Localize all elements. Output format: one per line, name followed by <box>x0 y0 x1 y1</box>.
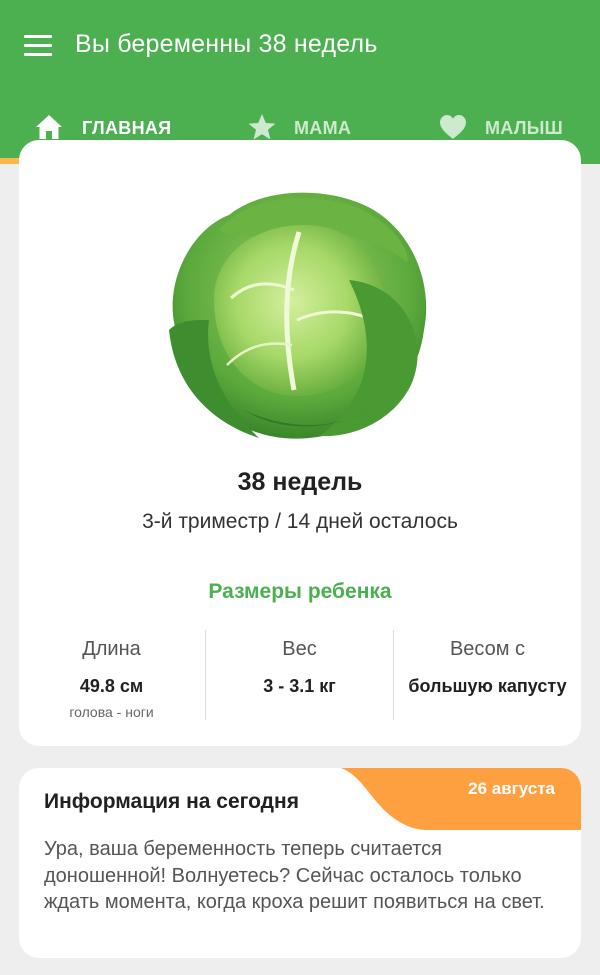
tab-mama-label: МАМА <box>294 118 352 138</box>
week-title: 38 недель <box>237 468 363 496</box>
stat-divider <box>205 630 206 720</box>
stat-compare-label: Весом с <box>449 638 526 660</box>
star-icon <box>248 114 276 140</box>
daily-info-card[interactable]: 26 августа Информация на сегодня Ура, ва… <box>19 768 581 958</box>
tab-baby-label: МАЛЫШ <box>485 118 564 138</box>
tab-home-label: ГЛАВНАЯ <box>82 118 172 138</box>
stat-length-label: Длина <box>82 638 141 660</box>
stat-compare: Весом с большую капусту <box>395 630 580 725</box>
page-title: Вы беременны 38 недель <box>75 30 378 58</box>
baby-sizes-heading: Размеры ребенка <box>208 580 392 603</box>
week-card: 38 недель 3-й триместр / 14 дней осталос… <box>19 140 581 746</box>
stat-compare-value: большую капусту <box>408 676 567 696</box>
home-icon <box>36 115 62 139</box>
stat-length-value: 49.8 см <box>79 676 144 696</box>
date-badge: 26 августа <box>468 779 555 798</box>
date-badge-shape <box>341 768 581 830</box>
stat-weight-label: Вес <box>282 638 317 660</box>
toolbar: Вы беременны 38 недель <box>0 0 600 92</box>
info-title: Информация на сегодня <box>44 790 299 813</box>
baby-stats: Длина 49.8 см голова - ноги Вес 3 - 3.1 … <box>19 630 581 725</box>
stat-divider <box>393 630 394 720</box>
heart-icon <box>440 115 466 139</box>
trimester-status: 3-й триместр / 14 дней осталось <box>142 510 458 533</box>
stat-weight-value: 3 - 3.1 кг <box>263 676 336 696</box>
info-text: Ура, ваша беременность теперь считается … <box>44 838 545 913</box>
stat-length: Длина 49.8 см голова - ноги <box>19 630 204 725</box>
stat-length-note: голова - ноги <box>69 704 154 720</box>
menu-icon[interactable] <box>24 35 52 57</box>
stat-weight: Вес 3 - 3.1 кг <box>207 630 392 725</box>
cabbage-illustration <box>169 192 427 439</box>
